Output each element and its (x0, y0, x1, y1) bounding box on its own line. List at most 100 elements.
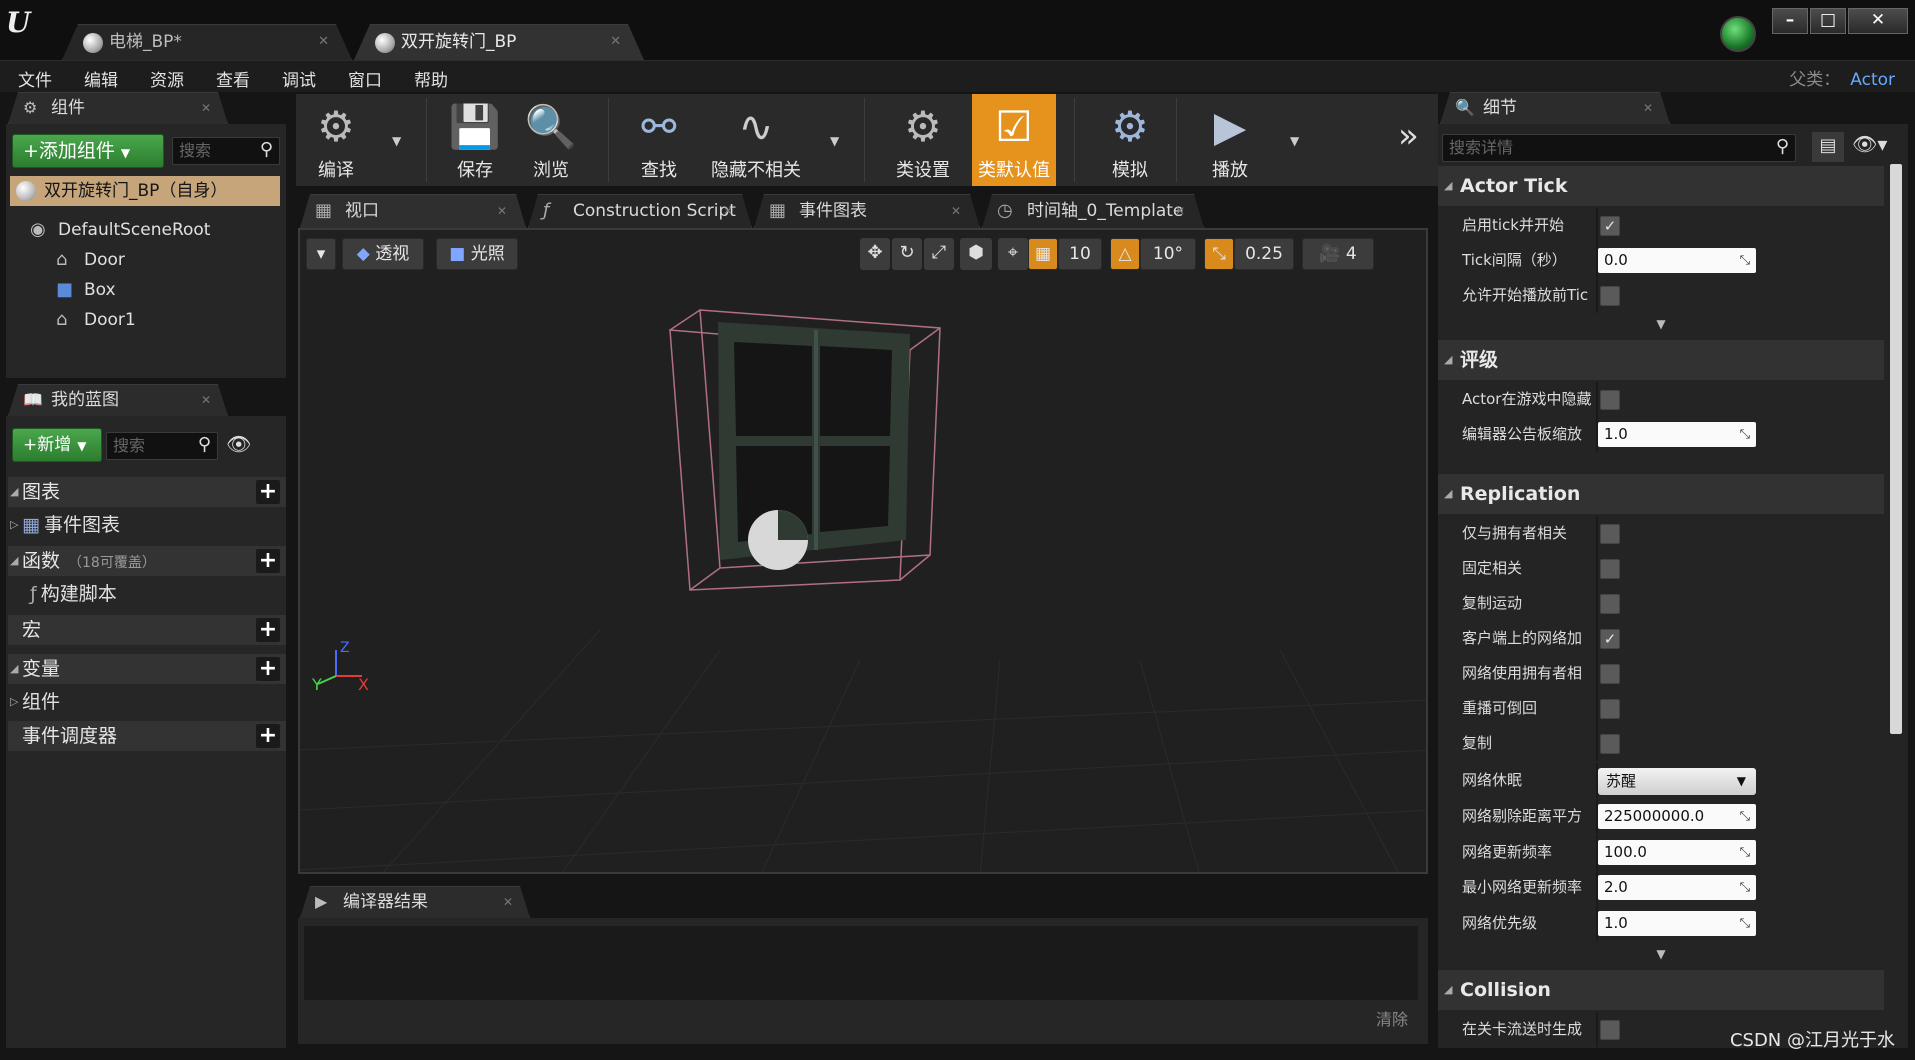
close-icon[interactable]: ✕ (497, 195, 507, 227)
section-actor-tick[interactable]: ◢ Actor Tick (1438, 166, 1884, 206)
add-graph-button[interactable]: + (256, 480, 280, 504)
add-dispatcher-button[interactable]: + (256, 724, 280, 748)
blueprint-search-input[interactable]: 搜索 ⚲ (106, 432, 218, 460)
category-functions[interactable]: ◢ 函数 （18可覆盖） + (8, 546, 286, 576)
tree-item-box[interactable]: ■ Box (56, 276, 116, 304)
visibility-eye-icon[interactable]: 👁▾ (1852, 132, 1887, 156)
perspective-button[interactable]: ◆ 透视 (342, 238, 424, 270)
list-item-event-graph[interactable]: ▷ ▦ 事件图表 (8, 511, 286, 539)
scale-snap-toggle[interactable]: ⤡ (1204, 238, 1234, 270)
close-icon[interactable]: ✕ (201, 385, 211, 415)
checkbox-unchecked[interactable] (1600, 524, 1620, 544)
close-icon[interactable]: ✕ (318, 25, 329, 59)
net-priority-input[interactable]: 1.0 ⤡ (1598, 911, 1756, 936)
class-defaults-button[interactable]: ☑ 类默认值 (972, 94, 1056, 186)
advanced-expand-arrow-icon[interactable]: ▼ (1438, 946, 1884, 962)
rotation-snap-toggle[interactable]: △ (1110, 238, 1140, 270)
components-search-input[interactable]: 搜索 ⚲ (172, 137, 280, 165)
checkbox-checked[interactable]: ✓ (1600, 216, 1620, 236)
checkbox-unchecked[interactable] (1600, 1020, 1620, 1040)
close-icon[interactable]: ✕ (723, 195, 733, 227)
close-icon[interactable]: ✕ (1643, 93, 1653, 123)
compile-button[interactable]: ⚙ 编译 (300, 94, 372, 186)
menu-view[interactable]: 查看 (216, 66, 250, 91)
tab-construction-script[interactable]: ƒ Construction Script ✕ (528, 194, 752, 228)
close-icon[interactable]: ✕ (503, 887, 513, 917)
close-window-button[interactable]: ✕ (1848, 8, 1908, 34)
find-button[interactable]: ⚯ 查找 (624, 94, 694, 186)
checkbox-unchecked[interactable] (1600, 699, 1620, 719)
source-control-status-icon[interactable] (1720, 16, 1756, 52)
lit-mode-button[interactable]: ■ 光照 (436, 238, 518, 270)
toolbar-overflow-icon[interactable]: » (1398, 116, 1419, 156)
close-icon[interactable]: ✕ (610, 25, 621, 59)
scale-snap-value[interactable]: 0.25 (1234, 238, 1294, 270)
checkbox-unchecked[interactable] (1600, 286, 1620, 306)
details-search-input[interactable]: 搜索详情 ⚲ (1442, 134, 1796, 162)
add-component-button[interactable]: +添加组件 ▼ (12, 134, 164, 168)
new-item-button[interactable]: +新增 ▼ (12, 428, 102, 462)
play-options-chevron-icon[interactable]: ▼ (1290, 134, 1299, 148)
parent-class-link[interactable]: Actor (1850, 70, 1895, 90)
close-icon[interactable]: ✕ (1175, 195, 1185, 227)
close-icon[interactable]: ✕ (201, 93, 211, 123)
scale-tool-button[interactable]: ⤢ (924, 238, 954, 270)
grid-snap-toggle[interactable]: ▦ (1028, 238, 1058, 270)
tab-details[interactable]: 🔍 细节 ✕ (1440, 92, 1670, 124)
checkbox-unchecked[interactable] (1600, 559, 1620, 579)
tab-viewport[interactable]: ▦ 视口 ✕ (300, 194, 526, 228)
menu-file[interactable]: 文件 (18, 66, 52, 91)
list-item-components[interactable]: ▷ 组件 (8, 688, 286, 716)
net-update-frequency-input[interactable]: 100.0 ⤡ (1598, 840, 1756, 865)
tree-item-default-scene-root[interactable]: ◉ DefaultSceneRoot (30, 216, 210, 244)
simulate-button[interactable]: ⚙ 模拟 (1090, 94, 1170, 186)
section-collision[interactable]: ◢ Collision (1438, 970, 1884, 1010)
add-macro-button[interactable]: + (256, 618, 280, 642)
net-cull-distance-input[interactable]: 225000000.0 ⤡ (1598, 804, 1756, 829)
component-self-item[interactable]: 双开旋转门_BP（自身） (10, 176, 280, 206)
category-event-dispatchers[interactable]: 事件调度器 + (8, 721, 286, 751)
tab-event-graph[interactable]: ▦ 事件图表 ✕ (754, 194, 980, 228)
close-icon[interactable]: ✕ (951, 195, 961, 227)
tab-timeline-template[interactable]: ◷ 时间轴_0_Template ✕ (982, 194, 1204, 228)
property-matrix-icon[interactable]: ▤ (1812, 132, 1844, 162)
viewport[interactable]: Z X Y ▾ ◆ 透视 ■ 光照 ✥ ↻ ⤢ ⬢ ⌖ ▦ 10 △ 10° ⤡… (298, 228, 1428, 874)
unreal-logo-icon[interactable]: U (6, 6, 42, 44)
billboard-scale-input[interactable]: 1.0 ⤡ (1598, 422, 1756, 447)
menu-edit[interactable]: 编辑 (84, 66, 118, 91)
advanced-expand-arrow-icon[interactable]: ▼ (1438, 316, 1884, 332)
clear-button[interactable]: 清除 (1376, 1006, 1408, 1030)
class-settings-button[interactable]: ⚙ 类设置 (884, 94, 962, 186)
checkbox-unchecked[interactable] (1600, 390, 1620, 410)
section-replication[interactable]: ◢ Replication (1438, 474, 1884, 514)
menu-debug[interactable]: 调试 (282, 66, 316, 91)
tab-components[interactable]: ⚙ 组件 ✕ (8, 92, 228, 124)
tree-item-door[interactable]: ⌂ Door (56, 246, 125, 274)
checkbox-unchecked[interactable] (1600, 664, 1620, 684)
play-button[interactable]: ▶ 播放 (1190, 94, 1270, 186)
rotate-tool-button[interactable]: ↻ (892, 238, 922, 270)
minimize-button[interactable]: – (1772, 8, 1808, 34)
rotation-snap-value[interactable]: 10° (1140, 238, 1196, 270)
hide-unrelated-chevron-icon[interactable]: ▼ (830, 134, 839, 148)
details-scrollbar[interactable] (1890, 164, 1902, 734)
hide-unrelated-button[interactable]: ∿ 隐藏不相关 (702, 94, 810, 186)
translate-tool-button[interactable]: ✥ (860, 238, 890, 270)
world-local-toggle-icon[interactable]: ⬢ (960, 238, 992, 270)
category-variables[interactable]: ◢ 变量 + (8, 654, 286, 684)
net-dormancy-dropdown[interactable]: 苏醒 ▼ (1598, 768, 1756, 795)
menu-asset[interactable]: 资源 (150, 66, 184, 91)
maximize-button[interactable]: □ (1810, 8, 1846, 34)
tick-interval-input[interactable]: 0.0 ⤡ (1598, 248, 1756, 273)
compile-options-chevron-icon[interactable]: ▼ (392, 134, 401, 148)
min-net-update-frequency-input[interactable]: 2.0 ⤡ (1598, 875, 1756, 900)
checkbox-checked[interactable]: ✓ (1600, 629, 1620, 649)
tree-item-door1[interactable]: ⌂ Door1 (56, 306, 136, 334)
viewport-options-button[interactable]: ▾ (306, 238, 336, 270)
doc-tab-elevator-bp[interactable]: 电梯_BP* ✕ (62, 24, 352, 60)
camera-speed-button[interactable]: 🎥 4 (1302, 238, 1374, 270)
grid-snap-value[interactable]: 10 (1058, 238, 1102, 270)
add-function-button[interactable]: + (256, 549, 280, 573)
menu-help[interactable]: 帮助 (414, 66, 448, 91)
surface-snap-icon[interactable]: ⌖ (998, 238, 1028, 270)
